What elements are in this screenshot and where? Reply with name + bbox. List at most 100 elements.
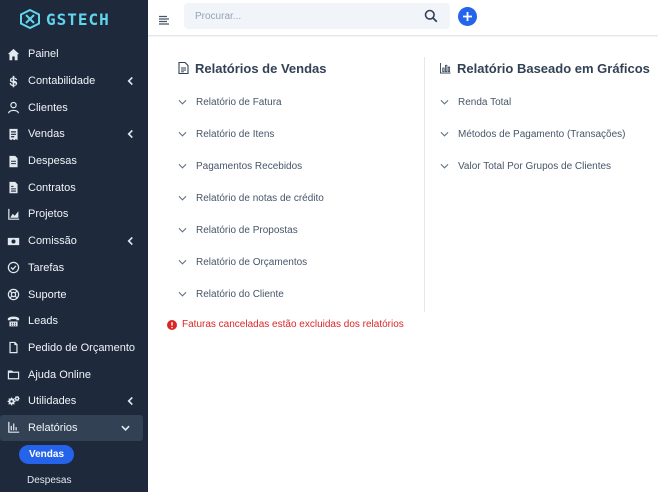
sales-reports-panel: Relatórios de Vendas Relatório de Fatura… bbox=[178, 37, 423, 310]
warning-text: Faturas canceladas estão excluidas dos r… bbox=[182, 319, 404, 330]
cancelled-invoices-warning: Faturas canceladas estão excluidas dos r… bbox=[167, 319, 404, 330]
chart-area-icon bbox=[6, 207, 20, 221]
sidebar-item-label: Suporte bbox=[28, 288, 67, 301]
sidebar-item-label: Clientes bbox=[28, 101, 68, 114]
report-orcamentos[interactable]: Relatório de Orçamentos bbox=[178, 246, 423, 278]
report-label: Relatório de Itens bbox=[196, 128, 275, 140]
sidebar-subitem-vendas[interactable]: Vendas bbox=[0, 441, 148, 467]
sidebar-subitem-despesas[interactable]: Despesas bbox=[0, 467, 148, 492]
sidebar-item-label: Ajuda Online bbox=[28, 368, 91, 381]
chevron-down-icon bbox=[178, 131, 187, 137]
chart-reports-heading: Relatório Baseado em Gráficos bbox=[440, 60, 655, 76]
search-bar bbox=[184, 3, 450, 29]
chart-reports-title: Relatório Baseado em Gráficos bbox=[457, 60, 650, 76]
chevron-down-icon bbox=[178, 195, 187, 201]
menu-toggle-icon[interactable] bbox=[159, 12, 169, 25]
sidebar-item-clientes[interactable]: Clientes bbox=[0, 94, 148, 121]
chevron-down-icon bbox=[178, 259, 187, 265]
user-icon bbox=[6, 101, 20, 115]
chart-bar-icon bbox=[6, 421, 20, 435]
sidebar-subitem-label: Despesas bbox=[27, 474, 72, 486]
chevron-down-icon bbox=[121, 423, 130, 432]
chart-bar-icon bbox=[440, 62, 451, 74]
sidebar-item-contabilidade[interactable]: Contabilidade bbox=[0, 68, 148, 95]
report-label: Relatório de Propostas bbox=[196, 224, 298, 236]
report-valor-grupos-clientes[interactable]: Valor Total Por Grupos de Clientes bbox=[440, 150, 655, 182]
sidebar-item-label: Leads bbox=[28, 315, 58, 328]
sidebar-item-label: Utilidades bbox=[28, 395, 77, 408]
report-propostas[interactable]: Relatório de Propostas bbox=[178, 214, 423, 246]
sales-reports-list: Relatório de Fatura Relatório de Itens P… bbox=[178, 86, 423, 310]
report-label: Valor Total Por Grupos de Clientes bbox=[458, 160, 612, 172]
topbar bbox=[148, 0, 658, 36]
sidebar-item-relatorios[interactable]: Relatórios bbox=[0, 414, 143, 442]
report-itens[interactable]: Relatório de Itens bbox=[178, 118, 423, 150]
sidebar-item-vendas[interactable]: Vendas bbox=[0, 121, 148, 148]
sidebar-item-suporte[interactable]: Suporte bbox=[0, 281, 148, 308]
sidebar-item-label: Tarefas bbox=[28, 261, 65, 274]
sidebar-item-comissao[interactable]: Comissão bbox=[0, 228, 148, 255]
report-label: Relatório de Orçamentos bbox=[196, 256, 308, 268]
logo[interactable]: GSTECH bbox=[0, 0, 148, 38]
report-label: Relatório do Cliente bbox=[196, 288, 284, 300]
sidebar-item-utilidades[interactable]: Utilidades bbox=[0, 388, 148, 415]
sidebar-item-tarefas[interactable]: Tarefas bbox=[0, 255, 148, 282]
chevron-down-icon bbox=[178, 163, 187, 169]
cogs-icon bbox=[6, 394, 20, 408]
report-fatura[interactable]: Relatório de Fatura bbox=[178, 86, 423, 118]
chevron-down-icon bbox=[440, 131, 449, 137]
sidebar-item-leads[interactable]: Leads bbox=[0, 308, 148, 335]
report-metodos-pagamento[interactable]: Métodos de Pagamento (Transações) bbox=[440, 118, 655, 150]
search-input[interactable] bbox=[195, 10, 415, 22]
folder-icon bbox=[6, 368, 20, 382]
report-cliente[interactable]: Relatório do Cliente bbox=[178, 278, 423, 310]
add-button[interactable] bbox=[458, 7, 477, 26]
sidebar-menu: Painel Contabilidade Clientes Vendas Des… bbox=[0, 41, 148, 442]
lifebuoy-icon bbox=[6, 288, 20, 302]
chevron-left-icon bbox=[126, 76, 135, 86]
sidebar-item-painel[interactable]: Painel bbox=[0, 41, 148, 68]
report-label: Relatório de notas de crédito bbox=[196, 192, 324, 204]
sales-reports-title: Relatórios de Vendas bbox=[195, 60, 327, 76]
logo-icon bbox=[20, 8, 40, 30]
file-icon bbox=[6, 154, 20, 168]
sidebar-item-label: Comissão bbox=[28, 235, 77, 248]
sidebar-item-projetos[interactable]: Projetos bbox=[0, 201, 148, 228]
report-renda-total[interactable]: Renda Total bbox=[440, 86, 655, 118]
plus-icon bbox=[463, 12, 472, 21]
chevron-left-icon bbox=[126, 397, 135, 406]
sidebar-item-pedido-orcamento[interactable]: Pedido de Orçamento bbox=[0, 335, 148, 362]
sidebar-subitem-label: Vendas bbox=[19, 444, 75, 464]
money-icon bbox=[6, 234, 20, 248]
sidebar-item-despesas[interactable]: Despesas bbox=[0, 148, 148, 175]
report-label: Métodos de Pagamento (Transações) bbox=[458, 128, 626, 140]
exclamation-circle-icon bbox=[167, 319, 177, 330]
chart-reports-list: Renda Total Métodos de Pagamento (Transa… bbox=[440, 86, 655, 182]
sidebar-item-ajuda-online[interactable]: Ajuda Online bbox=[0, 361, 148, 388]
document-icon bbox=[6, 341, 20, 355]
chevron-down-icon bbox=[178, 99, 187, 105]
chevron-down-icon bbox=[178, 291, 187, 297]
report-label: Pagamentos Recebidos bbox=[196, 160, 303, 172]
logo-text: GSTECH bbox=[46, 9, 110, 29]
sidebar-item-label: Pedido de Orçamento bbox=[28, 341, 136, 354]
chart-reports-panel: Relatório Baseado em Gráficos Renda Tota… bbox=[440, 37, 655, 182]
report-pagamentos-recebidos[interactable]: Pagamentos Recebidos bbox=[178, 150, 423, 182]
chevron-down-icon bbox=[178, 227, 187, 233]
sidebar-item-label: Despesas bbox=[28, 155, 77, 168]
sidebar-item-contratos[interactable]: Contratos bbox=[0, 174, 148, 201]
sidebar-item-label: Relatórios bbox=[28, 421, 78, 434]
main-content: Relatórios de Vendas Relatório de Fatura… bbox=[148, 37, 658, 492]
phone-icon bbox=[6, 314, 20, 328]
check-circle-icon bbox=[6, 261, 20, 275]
report-notas-credito[interactable]: Relatório de notas de crédito bbox=[178, 182, 423, 214]
sidebar-item-label: Painel bbox=[28, 48, 59, 61]
receipt-icon bbox=[6, 127, 20, 141]
search-icon[interactable] bbox=[424, 9, 438, 23]
file-text-icon bbox=[178, 62, 189, 74]
report-label: Renda Total bbox=[458, 96, 512, 108]
report-label: Relatório de Fatura bbox=[196, 96, 282, 108]
chevron-down-icon bbox=[440, 163, 449, 169]
sidebar-item-label: Contabilidade bbox=[28, 75, 96, 88]
column-divider bbox=[424, 57, 425, 312]
